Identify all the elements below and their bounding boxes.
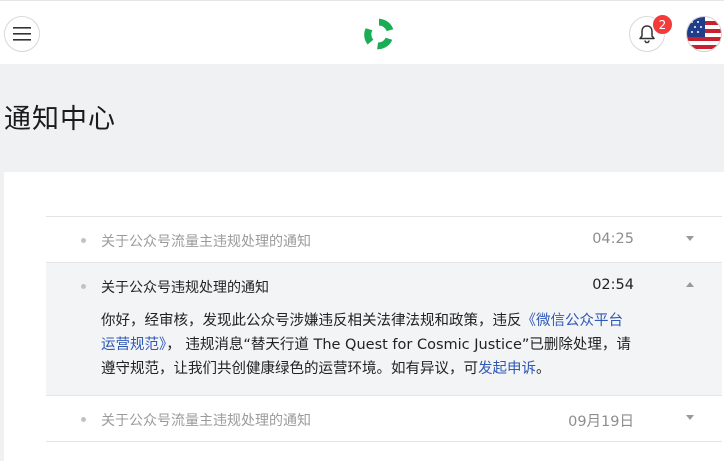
notification-time: 09月19日 xyxy=(568,414,634,430)
notification-item[interactable]: 关于公众号流量主违规处理的通知 04:25 xyxy=(46,217,722,263)
notification-count-badge: 2 xyxy=(652,14,673,35)
notification-title: 关于公众号流量主违规处理的通知 xyxy=(101,413,311,429)
chevron-down-icon[interactable] xyxy=(686,415,694,420)
chevron-down-icon[interactable] xyxy=(686,236,694,241)
page-title: 通知中心 xyxy=(4,104,116,135)
bullet-dot xyxy=(81,417,86,422)
notification-panel: 关于公众号流量主违规处理的通知 04:25 关于公众号违规处理的通知 02:54… xyxy=(4,172,724,461)
hamburger-menu-icon xyxy=(13,27,31,41)
notification-list: 关于公众号流量主违规处理的通知 04:25 关于公众号违规处理的通知 02:54… xyxy=(46,216,722,442)
top-bar: 2 xyxy=(0,0,724,64)
notification-item[interactable]: 关于公众号流量主违规处理的通知 09月19日 xyxy=(46,396,722,442)
chevron-up-icon[interactable] xyxy=(686,282,694,287)
bullet-dot xyxy=(81,238,86,243)
body-text: ， 违规消息“替天行道 The Quest for Cosmic Justice… xyxy=(101,337,631,377)
avatar[interactable] xyxy=(686,16,722,52)
flag-avatar-icon xyxy=(687,17,721,51)
notification-time: 04:25 xyxy=(592,231,634,247)
body-text: 你好，经审核，发现此公众号涉嫌违反相关法律法规和政策，违反 xyxy=(101,313,522,329)
bullet-dot xyxy=(81,284,86,289)
menu-button[interactable] xyxy=(4,16,40,52)
body-text: 。 xyxy=(536,361,551,377)
notification-title: 关于公众号违规处理的通知 xyxy=(101,280,269,296)
logo-icon[interactable] xyxy=(360,15,398,53)
notification-time: 02:54 xyxy=(592,277,634,293)
notification-title: 关于公众号流量主违规处理的通知 xyxy=(101,234,311,250)
appeal-link[interactable]: 发起申诉 xyxy=(478,361,536,377)
notification-item-expanded[interactable]: 关于公众号违规处理的通知 02:54 你好，经审核，发现此公众号涉嫌违反相关法律… xyxy=(46,263,722,396)
